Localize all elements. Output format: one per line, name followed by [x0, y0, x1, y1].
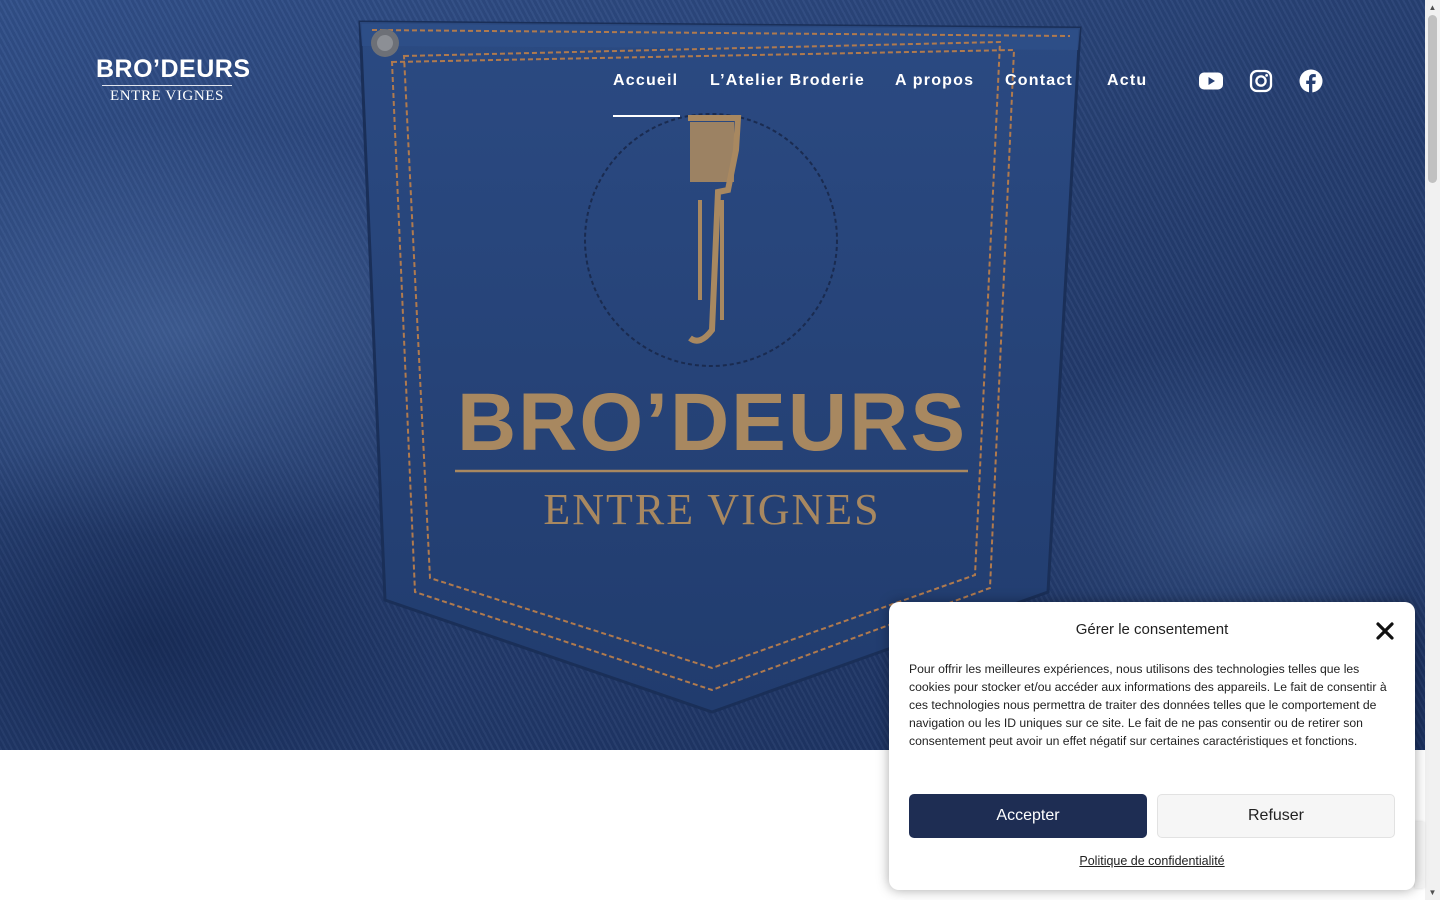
facebook-icon[interactable] [1299, 69, 1323, 93]
recaptcha-badge [1415, 822, 1425, 888]
instagram-icon[interactable] [1249, 69, 1273, 93]
scroll-up-arrow-icon[interactable]: ▲ [1425, 0, 1440, 15]
logo-title: BRO’DEURS [96, 55, 251, 83]
page-scrollbar[interactable]: ▲ ▼ [1425, 0, 1440, 900]
close-icon[interactable] [1373, 619, 1397, 643]
consent-title: Gérer le consentement [1075, 621, 1229, 638]
consent-description: Pour offrir les meilleures expériences, … [909, 662, 1387, 748]
pocket-brand-text: BRO’DEURS [457, 377, 967, 468]
pocket-subtitle-text: ENTRE VIGNES [543, 485, 880, 534]
accept-button[interactable]: Accepter [909, 794, 1147, 838]
nav-item-actu[interactable]: Actu [1107, 70, 1147, 92]
refuse-button[interactable]: Refuser [1157, 794, 1395, 838]
active-nav-indicator [613, 115, 680, 117]
youtube-icon[interactable] [1199, 69, 1223, 93]
scroll-down-arrow-icon[interactable]: ▼ [1425, 885, 1440, 900]
scrollbar-thumb[interactable] [1428, 15, 1437, 183]
nav-item-a-propos[interactable]: A propos [895, 70, 974, 92]
nav-item-atelier-broderie[interactable]: L’Atelier Broderie [710, 70, 865, 92]
privacy-policy-link[interactable]: Politique de confidentialité [889, 854, 1415, 868]
logo-subtitle: ENTRE VIGNES [109, 88, 224, 104]
cookie-consent-dialog: Gérer le consentement Pour offrir les me… [889, 602, 1415, 890]
nav-item-accueil[interactable]: Accueil [613, 70, 678, 92]
site-logo[interactable]: BRO’DEURS ENTRE VIGNES [96, 55, 251, 105]
nav-item-contact[interactable]: Contact [1005, 70, 1073, 92]
logo-divider [102, 85, 232, 86]
